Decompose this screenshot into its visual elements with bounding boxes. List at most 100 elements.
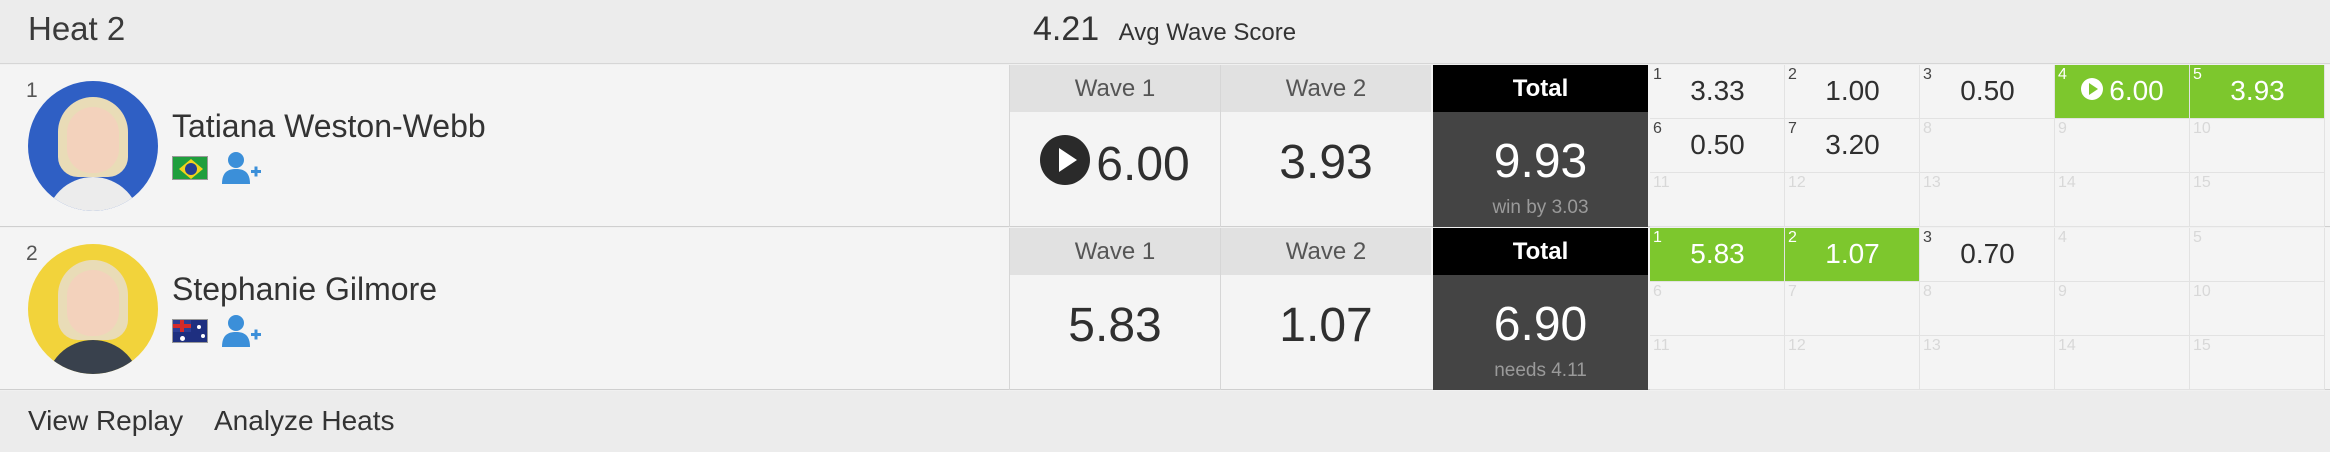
wave-number: 15: [2193, 337, 2211, 354]
wave-score-cell: 7: [1785, 282, 1920, 336]
total-score: 9.93: [1493, 135, 1588, 188]
wave-score-cell: 10: [2190, 282, 2325, 336]
wave-score-value: 3.93: [2230, 75, 2285, 106]
wave-number: 10: [2193, 120, 2211, 137]
wave-score-cell[interactable]: 1 3.33: [1650, 65, 1785, 119]
wave-score-grid: 1 3.33 2 1.00 3 0.50 4 6.00 5 3.93 6 0.50 7 3.20 8 9 10 1…: [1650, 65, 2330, 227]
follow-athlete-icon[interactable]: [222, 313, 262, 349]
wave-number: 13: [1923, 337, 1941, 354]
divider: [1009, 65, 1010, 227]
wave-2-score: 3.93: [1279, 136, 1373, 189]
total-panel: Total 6.90 needs 4.11: [1433, 228, 1648, 390]
heat-title: Heat 2: [28, 10, 126, 47]
athlete-name[interactable]: Tatiana Weston-Webb: [172, 108, 486, 145]
wave-score-value: 6.00: [2109, 75, 2164, 106]
wave-score-cell[interactable]: 3 0.50: [1920, 65, 2055, 119]
athlete-row: 2 Stephanie Gilmore Wave 1 5.83 Wave 2 1…: [0, 228, 2330, 390]
wave-score: 3.93: [2190, 75, 2325, 107]
wave-number: 14: [2058, 174, 2076, 191]
follow-athlete-icon[interactable]: [222, 150, 262, 186]
athlete-seed: 2: [26, 242, 38, 265]
wave-score: 0.50: [1650, 129, 1785, 161]
total-header: Total: [1433, 228, 1648, 275]
wave-score-cell: 15: [2190, 173, 2325, 227]
wave-score-cell: 11: [1650, 336, 1785, 390]
wave-score-cell[interactable]: 2 1.00: [1785, 65, 1920, 119]
wave-1-header: Wave 1: [1010, 228, 1220, 275]
wave-score-cell: 9: [2055, 119, 2190, 173]
wave-score-cell: 4: [2055, 228, 2190, 282]
wave-1-score: 5.83: [1068, 299, 1162, 352]
wave-score-cell[interactable]: 4 6.00: [2055, 65, 2190, 119]
wave-number: 13: [1923, 174, 1941, 191]
wave-score-cell: 14: [2055, 173, 2190, 227]
avatar-shoulders: [46, 340, 140, 374]
wave-score-value: 3.20: [1825, 129, 1880, 160]
avatar-face: [67, 270, 119, 336]
wave-1-score[interactable]: 6.00: [1010, 135, 1220, 192]
wave-number: 6: [1653, 283, 1662, 300]
wave-score-cell: 11: [1650, 173, 1785, 227]
wave-score: 3.33: [1650, 75, 1785, 107]
avg-score-label: Avg Wave Score: [1118, 19, 1297, 46]
wave-score-cell[interactable]: 2 1.07: [1785, 228, 1920, 282]
heat-footer: View Replay Analyze Heats: [0, 391, 2330, 452]
total-header: Total: [1433, 65, 1648, 112]
heat-header: Heat 2 4.21 Avg Wave Score: [0, 0, 2330, 64]
analyze-heats-link[interactable]: Analyze Heats: [214, 405, 395, 437]
wave-score-cell: 8: [1920, 119, 2055, 173]
play-icon[interactable]: [2081, 78, 2104, 100]
wave-2-column: Wave 2 1.07: [1221, 228, 1431, 390]
wave-number: 9: [2058, 283, 2067, 300]
wave-score-cell[interactable]: 1 5.83: [1650, 228, 1785, 282]
wave-score: 5.83: [1650, 238, 1785, 270]
wave-number: 15: [2193, 174, 2211, 191]
wave-number: 12: [1788, 174, 1806, 191]
wave-score-value: 0.50: [1960, 75, 2015, 106]
wave-score-cell: 13: [1920, 336, 2055, 390]
wave-2-header: Wave 2: [1221, 65, 1431, 112]
wave-score-cell[interactable]: 3 0.70: [1920, 228, 2055, 282]
wave-number: 8: [1923, 283, 1932, 300]
wave-score-value: 1.00: [1825, 75, 1880, 106]
wave-2-score: 1.07: [1279, 299, 1373, 352]
athlete-row: 1 Tatiana Weston-Webb Wave 1 6.00 Wave 2…: [0, 65, 2330, 227]
wave-score-value: 0.70: [1960, 238, 2015, 269]
athlete-name[interactable]: Stephanie Gilmore: [172, 271, 437, 308]
wave-score-cell: 10: [2190, 119, 2325, 173]
wave-score-cell: 12: [1785, 336, 1920, 390]
athlete-avatar[interactable]: [28, 81, 158, 211]
wave-score-cell: 13: [1920, 173, 2055, 227]
wave-1-header: Wave 1: [1010, 65, 1220, 112]
wave-score-cell[interactable]: 6 0.50: [1650, 119, 1785, 173]
view-replay-link[interactable]: View Replay: [28, 405, 183, 437]
wave-score: 1.00: [1785, 75, 1920, 107]
wave-number: 12: [1788, 337, 1806, 354]
athlete-seed: 1: [26, 79, 38, 102]
wave-score: 6.00: [2055, 75, 2190, 107]
wave-score-cell: 12: [1785, 173, 1920, 227]
avatar-face: [67, 107, 119, 173]
wave-number: 8: [1923, 120, 1932, 137]
wave-score-cell[interactable]: 5 3.93: [2190, 65, 2325, 119]
play-icon[interactable]: [1040, 135, 1091, 185]
wave-2-header: Wave 2: [1221, 228, 1431, 275]
wave-number: 14: [2058, 337, 2076, 354]
wave-score: 0.70: [1920, 238, 2055, 270]
wave-score-value: 1.07: [1825, 238, 1880, 269]
wave-score-cell: 9: [2055, 282, 2190, 336]
wave-score-cell: 14: [2055, 336, 2190, 390]
total-score: 6.90: [1493, 298, 1588, 351]
wave-score-cell[interactable]: 7 3.20: [1785, 119, 1920, 173]
wave-number: 11: [1653, 174, 1670, 191]
avg-wave-score: 4.21 Avg Wave Score: [1033, 10, 1296, 49]
athlete-avatar[interactable]: [28, 244, 158, 374]
wave-score: 1.07: [1785, 238, 1920, 270]
wave-score-cell: 5: [2190, 228, 2325, 282]
wave-number: 5: [2193, 229, 2202, 246]
wave-number: 7: [1788, 283, 1797, 300]
wave-score-grid: 1 5.83 2 1.07 3 0.70 4 5 6 7 8 9 10 11 12 13 14 15: [1650, 228, 2330, 390]
australia-flag-icon: [172, 319, 208, 343]
wave-score: 3.20: [1785, 129, 1920, 161]
wave-score-value: 5.83: [1690, 238, 1745, 269]
